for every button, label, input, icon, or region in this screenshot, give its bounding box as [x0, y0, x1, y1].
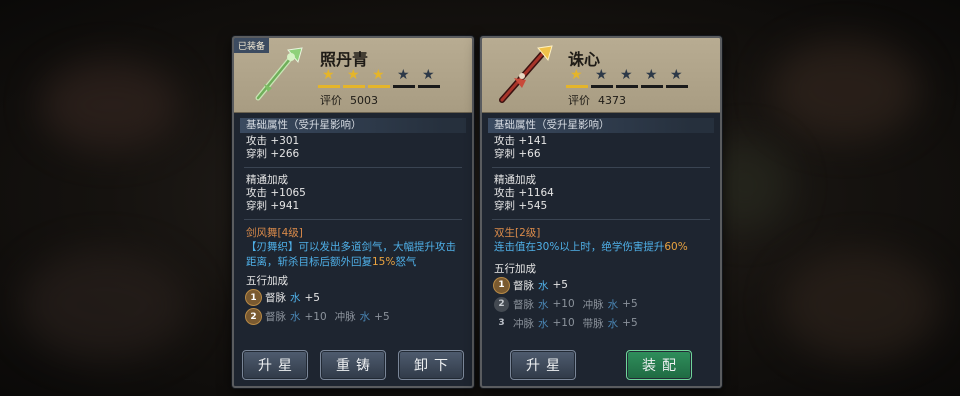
star-icon: ★ [616, 67, 638, 88]
mastery-pierce: 穿刺 +545 [494, 200, 548, 212]
unequip-button[interactable]: 卸下 [398, 350, 464, 380]
level-badge: 3 [498, 318, 505, 328]
weapon-panel-equipped: 已装备 照丹青 ★ ★ ★ ★ ★ 评价 5003 基础属性（受升星影响） 攻击 … [232, 36, 474, 388]
star-icon: ★ [318, 67, 340, 88]
star-icon: ★ [393, 67, 415, 88]
divider [244, 167, 462, 168]
wuxing-row: 2 督脉水 +10 冲脉水 +5 [488, 295, 714, 314]
rating-label: 评价 [320, 94, 342, 107]
rating: 评价 4373 [568, 92, 634, 108]
upgrade-star-button[interactable]: 升星 [510, 350, 576, 380]
equip-button[interactable]: 装配 [626, 350, 692, 380]
reforge-button[interactable]: 重铸 [320, 350, 386, 380]
rating-value: 4373 [598, 94, 626, 107]
weapon-panel-candidate: 诛心 ★ ★ ★ ★ ★ 评价 4373 基础属性（受升星影响） 攻击 +141 … [480, 36, 722, 388]
divider [492, 167, 710, 168]
weapon-header: 诛心 ★ ★ ★ ★ ★ 评价 4373 [482, 38, 720, 113]
weapon-header: 已装备 照丹青 ★ ★ ★ ★ ★ 评价 5003 [234, 38, 472, 113]
divider [244, 219, 462, 220]
level-badge: 1 [246, 290, 261, 305]
level-badge: 2 [246, 309, 261, 324]
jade-staff-icon [255, 47, 303, 101]
action-buttons: 升星 重铸 卸下 [234, 350, 472, 380]
skill-title: 双生[2级] [494, 227, 541, 239]
rating: 评价 5003 [320, 92, 386, 108]
stat-attack: 攻击 +141 [494, 135, 548, 147]
background-blur [770, 40, 920, 140]
skill-description: 【刃舞织】可以发出多道剑气，大幅提升攻击距离，斩杀目标后额外回复15%怒气 [246, 241, 456, 268]
mastery-title: 精通加成 [494, 174, 536, 186]
mastery-pierce: 穿刺 +941 [246, 200, 300, 212]
rating-value: 5003 [350, 94, 378, 107]
star-icon: ★ [641, 67, 663, 88]
wuxing-row: 3 冲脉水 +10 带脉水 +5 [488, 314, 714, 333]
stat-attack: 攻击 +301 [246, 135, 300, 147]
weapon-details: 基础属性（受升星影响） 攻击 +301 穿刺 +266 精通加成 攻击 +106… [234, 114, 472, 350]
divider [492, 219, 710, 220]
upgrade-star-button[interactable]: 升星 [242, 350, 308, 380]
mastery-attack: 攻击 +1164 [494, 187, 554, 199]
level-badge: 1 [494, 277, 509, 293]
mastery-attack: 攻击 +1065 [246, 187, 306, 199]
mastery-title: 精通加成 [246, 174, 288, 186]
level-badge: 2 [494, 296, 509, 312]
stat-pierce: 穿刺 +66 [494, 148, 541, 160]
weapon-details: 基础属性（受升星影响） 攻击 +141 穿刺 +66 精通加成 攻击 +1164… [482, 114, 720, 339]
star-rating: ★ ★ ★ ★ ★ [566, 67, 688, 88]
skill-title: 剑风舞[4级] [246, 227, 303, 239]
wuxing-row: 2 督脉水 +10 冲脉水 +5 [240, 307, 466, 326]
background-blur [20, 250, 190, 360]
wuxing-row: 1 督脉水 +5 [240, 288, 466, 307]
rating-label: 评价 [568, 94, 590, 107]
stat-pierce: 穿刺 +266 [246, 148, 300, 160]
base-attributes-title: 基础属性（受升星影响） [488, 118, 714, 133]
red-spear-icon [499, 45, 553, 103]
star-icon: ★ [368, 67, 390, 88]
star-icon: ★ [343, 67, 365, 88]
wuxing-title: 五行加成 [246, 275, 288, 287]
action-buttons: 升星 装配 [482, 350, 720, 380]
star-rating: ★ ★ ★ ★ ★ [318, 67, 440, 88]
star-icon: ★ [566, 67, 588, 88]
skill-description: 连击值在30%以上时，绝学伤害提升60% [494, 241, 688, 253]
star-icon: ★ [666, 67, 688, 88]
base-attributes-title: 基础属性（受升星影响） [240, 118, 466, 133]
background-blur [780, 250, 940, 360]
background-blur [40, 60, 180, 150]
wuxing-title: 五行加成 [494, 262, 536, 275]
star-icon: ★ [418, 67, 440, 88]
wuxing-row: 1 督脉水 +5 [488, 276, 714, 295]
star-icon: ★ [591, 67, 613, 88]
